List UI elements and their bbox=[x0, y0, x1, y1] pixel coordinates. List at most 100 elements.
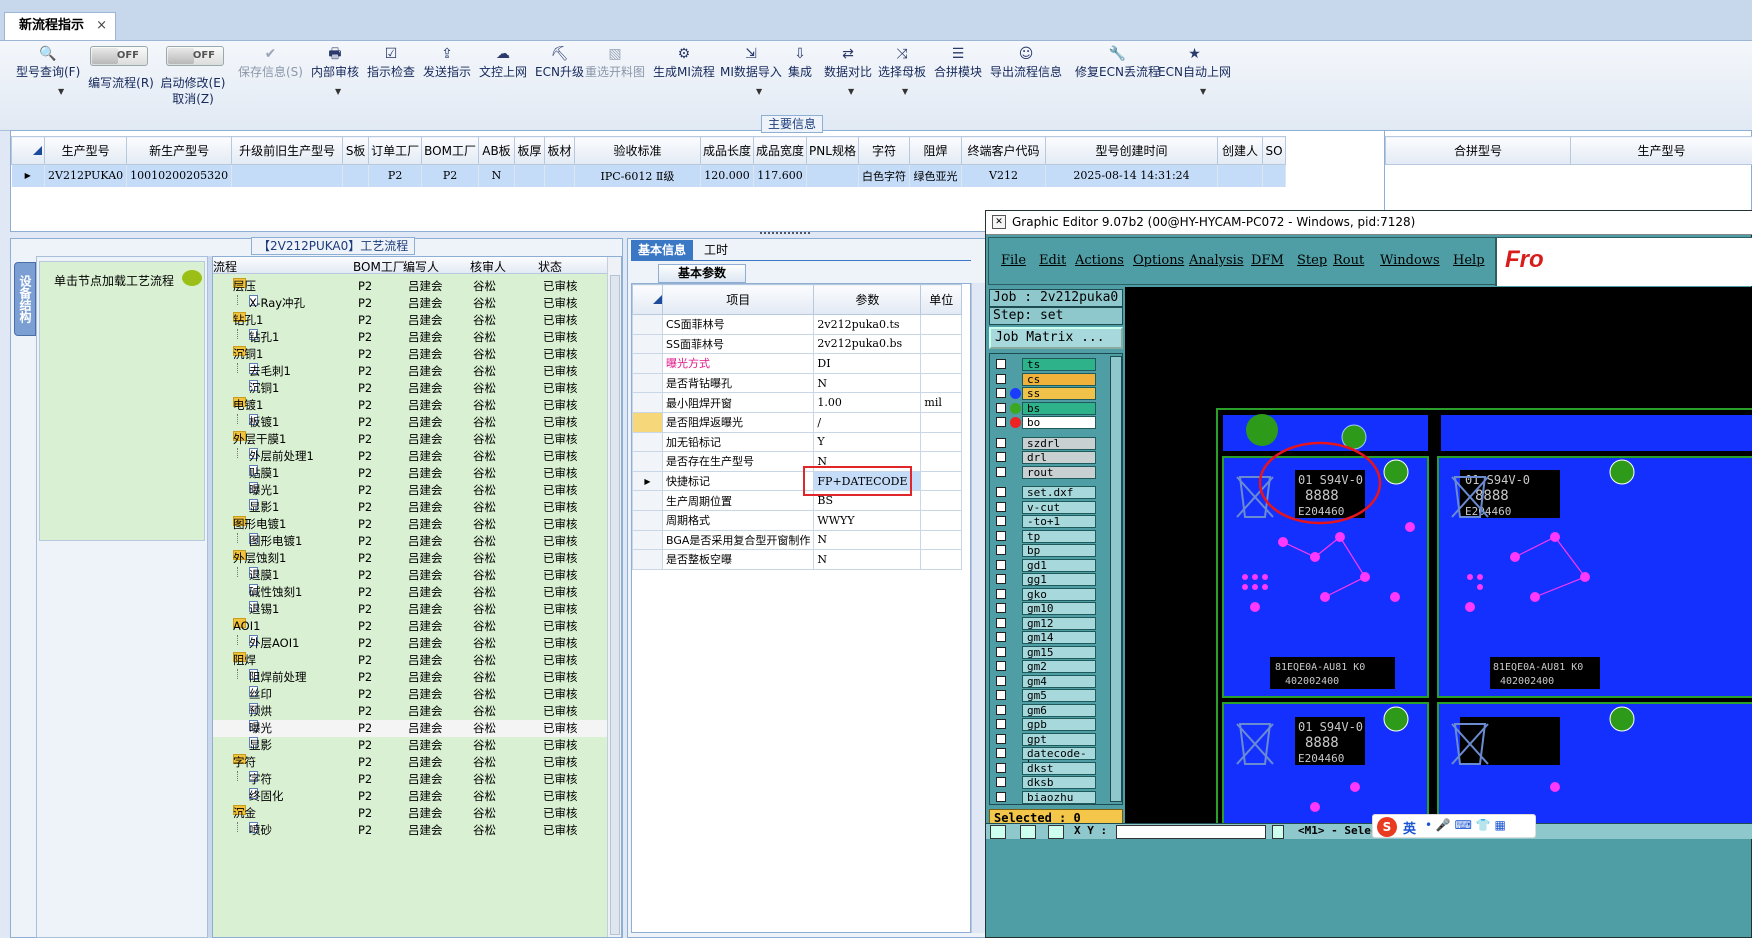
param-row[interactable]: CS面菲林号 2v212puka0.ts bbox=[632, 314, 962, 335]
toolbar-button-11[interactable]: ⇄ 数据对比 bbox=[824, 45, 872, 80]
ge-menu-step[interactable]: Step bbox=[1297, 253, 1327, 268]
column-header[interactable]: 新生产型号 bbox=[126, 136, 233, 165]
tree-row[interactable]: 去毛刺1 P2 吕建会 谷松 已审核 bbox=[213, 363, 607, 380]
item-header[interactable]: 项目 bbox=[661, 284, 815, 315]
toolbar-button-13[interactable]: ☰ 合拼模块 bbox=[934, 45, 982, 80]
job-matrix-button[interactable]: Job Matrix ... bbox=[989, 327, 1123, 349]
params-side-strip[interactable] bbox=[971, 283, 985, 933]
toolbar-button-9[interactable]: ⇲ MI数据导入 bbox=[720, 45, 782, 80]
tree-row[interactable]: 显影 P2 吕建会 谷松 已审核 bbox=[213, 737, 607, 754]
layer-checkbox[interactable] bbox=[996, 646, 1006, 657]
tree-scroll-thumb[interactable] bbox=[610, 275, 620, 935]
table-cell[interactable]: P2 bbox=[368, 164, 423, 187]
tree-column-header[interactable]: 编写人 bbox=[403, 258, 439, 275]
tree-row[interactable]: 曝光 P2 吕建会 谷松 已审核 bbox=[213, 720, 607, 737]
dropdown-arrow-icon[interactable]: ▼ bbox=[756, 87, 762, 96]
layer-item[interactable]: gpb bbox=[1022, 718, 1096, 731]
layer-item[interactable]: datecode-bs bbox=[1022, 747, 1096, 770]
unit-header[interactable]: 单位 bbox=[920, 284, 962, 315]
tree-row[interactable]: 退膜1 P2 吕建会 谷松 已审核 bbox=[213, 567, 607, 584]
param-row[interactable]: 是否整板空曝 N bbox=[632, 549, 962, 570]
param-row[interactable]: SS面菲林号 2v212puka0.bs bbox=[632, 333, 962, 355]
tree-row[interactable]: 字符 P2 吕建会 谷松 已审核 bbox=[213, 771, 607, 788]
layer-checkbox[interactable] bbox=[996, 690, 1006, 700]
param-row[interactable]: 加无铅标记 Y bbox=[632, 431, 962, 453]
tree-row[interactable]: 外层AOI1 P2 吕建会 谷松 已审核 bbox=[213, 635, 607, 652]
tree-row[interactable]: 曝光1 P2 吕建会 谷松 已审核 bbox=[213, 482, 607, 499]
param-row[interactable]: 是否背钻曝孔 N bbox=[632, 372, 962, 394]
table-cell[interactable]: IPC-6012 Ⅱ级 bbox=[574, 164, 701, 187]
layer-checkbox[interactable] bbox=[996, 487, 1006, 497]
layer-item[interactable]: gko bbox=[1022, 587, 1096, 601]
info-icon[interactable] bbox=[1272, 825, 1284, 839]
layer-item[interactable]: gm4 bbox=[1022, 674, 1096, 688]
toolbar-button-10[interactable]: ⇩ 集成 bbox=[788, 45, 812, 80]
layer-item[interactable]: szdrl bbox=[1022, 436, 1096, 450]
column-header[interactable]: 终端客户代码 bbox=[961, 136, 1046, 165]
column-header[interactable]: 验收标准 bbox=[573, 136, 701, 165]
column-header[interactable]: PNL规格 bbox=[806, 136, 859, 165]
edit-process-toggle[interactable]: OFF bbox=[90, 46, 148, 66]
layer-checkbox[interactable] bbox=[996, 675, 1006, 686]
dropdown-arrow-icon[interactable]: ▼ bbox=[848, 87, 854, 96]
tree-scrollbar[interactable] bbox=[607, 257, 621, 937]
layer-checkbox[interactable] bbox=[996, 516, 1006, 526]
param-row[interactable]: 曝光方式 DI bbox=[632, 353, 962, 374]
pcb-canvas[interactable]: 01 S94V-0 8888 E204460 01 S94V-0 8888 E2… bbox=[1125, 287, 1752, 823]
tree-column-header[interactable]: BOM工厂 bbox=[353, 258, 405, 275]
ge-menu-analysis[interactable]: Analysis bbox=[1189, 253, 1244, 268]
tree-row[interactable]: −沉铜1P2吕建会谷松已审核 bbox=[213, 346, 607, 363]
layer-scrollbar[interactable] bbox=[1110, 356, 1122, 802]
table-cell[interactable] bbox=[1217, 164, 1263, 187]
device-structure-side-tab[interactable]: 设备结构 bbox=[14, 262, 36, 336]
layer-item[interactable]: gm15 bbox=[1022, 645, 1096, 659]
layer-checkbox[interactable] bbox=[996, 632, 1006, 642]
table-cell[interactable] bbox=[342, 164, 370, 187]
tree-row[interactable]: 钻孔1 P2 吕建会 谷松 已审核 bbox=[213, 329, 607, 346]
toolbar-button-3[interactable]: ☑ 指示检查 bbox=[367, 45, 415, 80]
column-header[interactable]: 板材 bbox=[543, 136, 575, 165]
layer-item[interactable]: dkst bbox=[1022, 761, 1096, 775]
tab-basic-params[interactable]: 基本参数 bbox=[658, 264, 746, 283]
tree-row[interactable]: 终固化 P2 吕建会 谷松 已审核 bbox=[213, 788, 607, 805]
tree-row[interactable]: −字符P2吕建会谷松已审核 bbox=[213, 754, 607, 771]
layer-checkbox[interactable] bbox=[996, 501, 1006, 512]
toolbar-button-4[interactable]: ⇪ 发送指示 bbox=[423, 45, 471, 80]
layer-checkbox[interactable] bbox=[996, 559, 1006, 570]
ge-menu-edit[interactable]: Edit bbox=[1039, 253, 1066, 268]
param-value[interactable]: 1.00 bbox=[813, 392, 922, 413]
ge-menu-file[interactable]: File bbox=[1001, 253, 1026, 268]
column-header[interactable]: 升级前旧生产型号 bbox=[231, 136, 344, 165]
tree-row[interactable]: −外层干膜1P2吕建会谷松已审核 bbox=[213, 431, 607, 448]
tree-row[interactable]: 丝印 P2 吕建会 谷松 已审核 bbox=[213, 686, 607, 703]
layer-item[interactable]: drl bbox=[1022, 451, 1096, 464]
tree-column-header[interactable]: 核审人 bbox=[470, 258, 506, 275]
table-cell[interactable]: 2025-08-14 14:31:24 bbox=[1045, 164, 1218, 187]
layer-checkbox[interactable] bbox=[996, 417, 1006, 427]
toolbar-button-1[interactable]: ✔ 保存信息(S) bbox=[238, 45, 303, 80]
ge-menu-dfm[interactable]: DFM bbox=[1251, 253, 1284, 268]
toolbar-button-0[interactable]: 🔍 型号查询(F) bbox=[16, 45, 80, 80]
layer-checkbox[interactable] bbox=[996, 402, 1006, 413]
layer-checkbox[interactable] bbox=[996, 574, 1006, 584]
layer-item[interactable]: -to+1 bbox=[1022, 515, 1096, 528]
toolbar-button-6[interactable]: ⛏ ECN升级 bbox=[535, 45, 584, 80]
layer-checkbox[interactable] bbox=[996, 762, 1006, 773]
splitter-handle[interactable] bbox=[760, 232, 810, 236]
toolbar-button-12[interactable]: ⤨ 选择母板 bbox=[878, 45, 926, 80]
table-cell[interactable]: 10010200205320 bbox=[126, 164, 233, 187]
param-row[interactable]: 生产周期位置 BS bbox=[632, 490, 962, 511]
layer-checkbox[interactable] bbox=[996, 704, 1006, 715]
merge-model-header[interactable]: 合拼型号 bbox=[1385, 136, 1571, 165]
tree-row[interactable]: 外层前处理1 P2 吕建会 谷松 已审核 bbox=[213, 448, 607, 465]
select-tool-icon[interactable] bbox=[990, 825, 1006, 839]
ge-menu-rout[interactable]: Rout bbox=[1333, 253, 1364, 268]
layer-item[interactable]: gm12 bbox=[1022, 616, 1096, 630]
layer-checkbox[interactable] bbox=[996, 733, 1006, 744]
table-cell[interactable] bbox=[544, 164, 575, 187]
layer-checkbox[interactable] bbox=[996, 777, 1006, 787]
table-cell[interactable] bbox=[1262, 164, 1286, 187]
column-header[interactable]: 板厚 bbox=[513, 136, 545, 165]
ime-tools-icon[interactable]: • 🎤 ⌨ 👕 ▦ bbox=[1425, 818, 1506, 832]
layer-checkbox[interactable] bbox=[996, 603, 1006, 613]
